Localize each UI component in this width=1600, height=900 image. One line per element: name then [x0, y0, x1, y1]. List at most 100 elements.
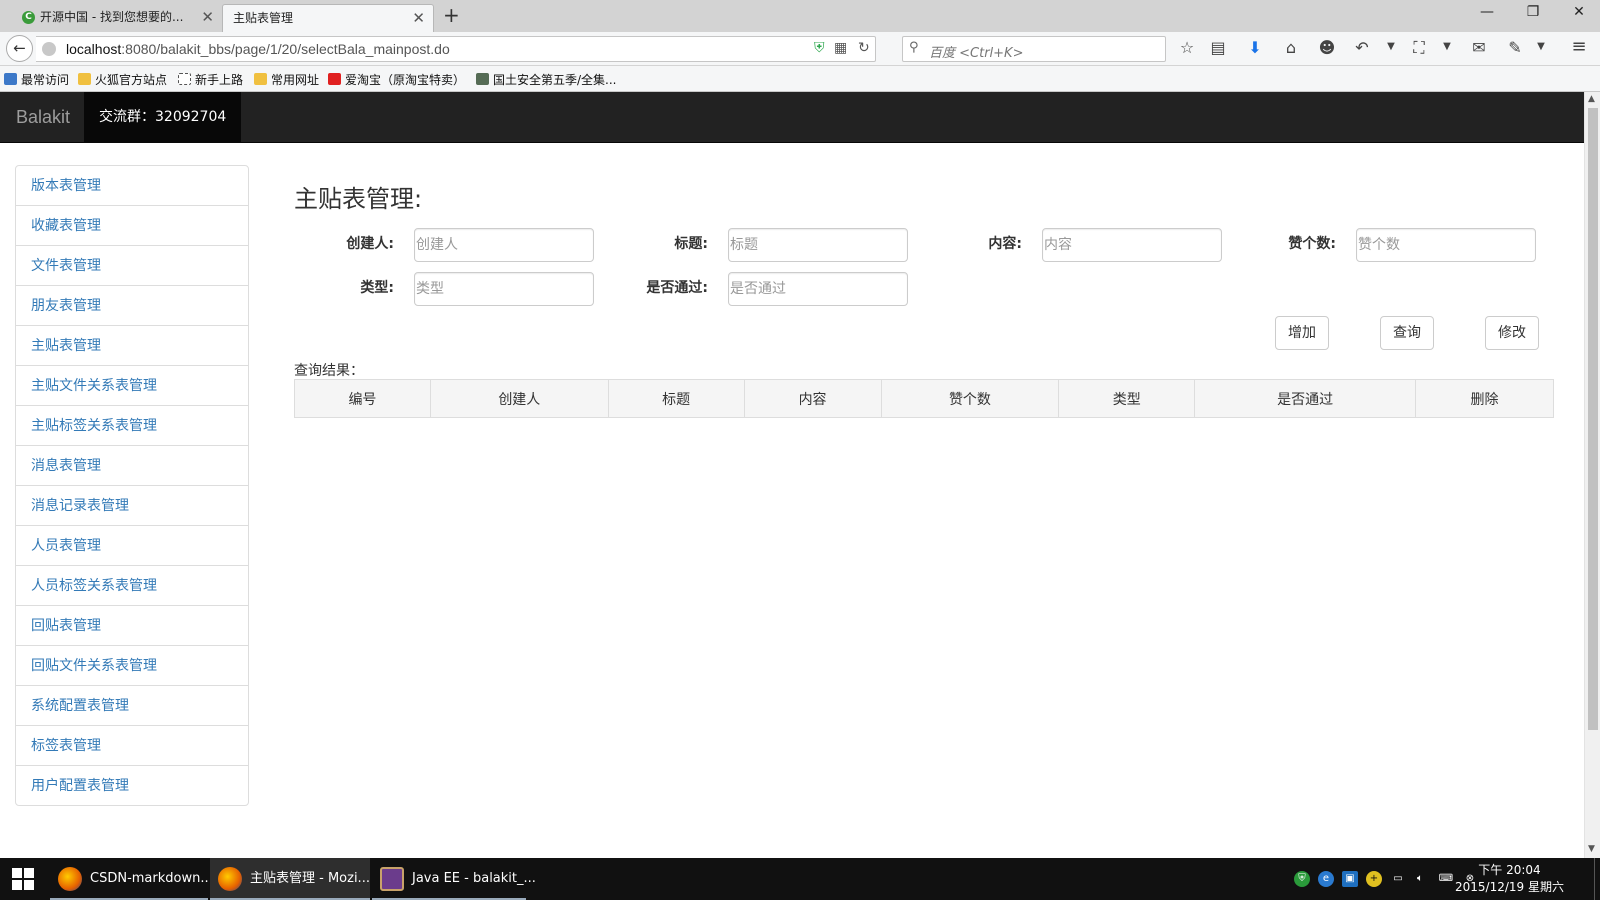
- type-input[interactable]: [414, 272, 594, 306]
- content-input[interactable]: [1042, 228, 1222, 262]
- qq-group-link[interactable]: 交流群：32092704: [84, 92, 242, 142]
- sidebar-item-file[interactable]: 文件表管理: [15, 245, 249, 286]
- bookmark-item[interactable]: 火狐官方站点: [78, 71, 167, 88]
- sidebar-item-person-tag[interactable]: 人员标签关系表管理: [15, 565, 249, 606]
- likes-input[interactable]: [1356, 228, 1536, 262]
- extension-icon[interactable]: ✎: [1504, 38, 1526, 57]
- title-input[interactable]: [728, 228, 908, 262]
- bookmark-item[interactable]: 国土安全第五季/全集...: [476, 71, 617, 88]
- scrollbar-thumb[interactable]: [1588, 108, 1598, 730]
- sidebar-item-system-config[interactable]: 系统配置表管理: [15, 685, 249, 726]
- column-header-type: 类型: [1058, 379, 1196, 418]
- back-arrow-icon[interactable]: ←: [6, 35, 33, 62]
- url-bar[interactable]: localhost:8080/balakit_bbs/page/1/20/sel…: [36, 36, 876, 62]
- sidebar-item-tag[interactable]: 标签表管理: [15, 725, 249, 766]
- home-icon[interactable]: ⌂: [1280, 38, 1302, 57]
- sidebar-item-mainpost[interactable]: 主贴表管理: [15, 325, 249, 366]
- new-tab-icon[interactable]: +: [443, 3, 460, 27]
- scroll-down-icon[interactable]: ▼: [1588, 844, 1595, 854]
- plus-tray-icon[interactable]: +: [1366, 871, 1382, 887]
- page-scrollbar[interactable]: ▲ ▼: [1584, 92, 1600, 858]
- column-header-content: 内容: [743, 379, 882, 418]
- restore-icon[interactable]: ❐: [1518, 4, 1548, 20]
- bookmark-item[interactable]: 新手上路: [178, 71, 243, 88]
- taskbar-item-mainpost[interactable]: 主贴表管理 - Mozi...: [210, 858, 370, 900]
- reload-icon[interactable]: ↻: [858, 40, 870, 56]
- browser-tab-mainpost[interactable]: 主贴表管理 ✕: [222, 4, 434, 32]
- keyboard-icon[interactable]: ⌨: [1438, 871, 1454, 887]
- bookmark-item[interactable]: 常用网址: [254, 71, 319, 88]
- screenshot-dropdown-icon[interactable]: ▼: [1436, 41, 1458, 52]
- sidebar-item-message-record[interactable]: 消息记录表管理: [15, 485, 249, 526]
- qr-code-icon[interactable]: ▦: [834, 40, 847, 56]
- creator-input[interactable]: [414, 228, 594, 262]
- app-tray-icon[interactable]: ▣: [1342, 871, 1358, 887]
- folder-icon: [254, 73, 267, 85]
- bookmark-item[interactable]: 爱淘宝（原淘宝特卖）: [328, 71, 465, 88]
- query-button[interactable]: 查询: [1380, 316, 1434, 350]
- oschina-favicon-icon: C: [22, 11, 35, 24]
- web-page: Balakit 交流群：32092704 版本表管理 收藏表管理 文件表管理 朋…: [0, 92, 1584, 858]
- close-tab-icon[interactable]: ✕: [412, 5, 425, 31]
- window-close-icon[interactable]: ✕: [1564, 4, 1594, 20]
- bookmark-star-icon[interactable]: ☆: [1176, 38, 1198, 57]
- reading-list-icon[interactable]: ▤: [1207, 38, 1229, 57]
- sidebar-item-person[interactable]: 人员表管理: [15, 525, 249, 566]
- comment-icon[interactable]: ✉: [1468, 38, 1490, 57]
- security-shield-icon[interactable]: ⛨: [1294, 871, 1310, 887]
- bookmarks-bar: 最常访问 火狐官方站点 新手上路 常用网址 爱淘宝（原淘宝特卖） 国土安全第五季…: [0, 66, 1600, 92]
- sidebar-item-message[interactable]: 消息表管理: [15, 445, 249, 486]
- url-host: localhost: [66, 41, 122, 57]
- modify-button[interactable]: 修改: [1485, 316, 1539, 350]
- sidebar-item-user-config[interactable]: 用户配置表管理: [15, 765, 249, 806]
- sidebar-item-favorite[interactable]: 收藏表管理: [15, 205, 249, 246]
- browser-toolbar: ← localhost:8080/balakit_bbs/page/1/20/s…: [0, 32, 1600, 66]
- chat-icon[interactable]: ☻: [1316, 38, 1338, 57]
- taskbar-item-eclipse[interactable]: Java EE - balakit_...: [372, 858, 536, 900]
- screenshot-icon[interactable]: ⛶: [1408, 38, 1430, 58]
- top-navbar: Balakit 交流群：32092704: [0, 92, 1584, 143]
- menu-icon[interactable]: ≡: [1568, 36, 1590, 57]
- minimize-icon[interactable]: —: [1472, 4, 1502, 20]
- browser-tab-oschina[interactable]: C 开源中国 - 找到您想要的... ✕: [14, 4, 222, 32]
- approved-label: 是否通过:: [646, 280, 708, 296]
- close-tab-icon[interactable]: ✕: [201, 4, 214, 30]
- add-button[interactable]: 增加: [1275, 316, 1329, 350]
- browser-tab-strip: C 开源中国 - 找到您想要的... ✕ 主贴表管理 ✕ + — ❐ ✕: [0, 0, 1600, 32]
- column-header-delete: 删除: [1415, 379, 1554, 418]
- column-header-approved: 是否通过: [1194, 379, 1417, 418]
- video-icon: [476, 73, 489, 85]
- sidebar-item-version[interactable]: 版本表管理: [15, 165, 249, 206]
- site-info-icon[interactable]: [42, 42, 56, 56]
- windows-start-icon[interactable]: [12, 868, 36, 890]
- volume-icon[interactable]: 🔈︎: [1412, 871, 1428, 887]
- query-result-label: 查询结果：: [294, 363, 364, 379]
- sidebar-item-mainpost-tag[interactable]: 主贴标签关系表管理: [15, 405, 249, 446]
- approved-input[interactable]: [728, 272, 908, 306]
- sidebar-item-reply[interactable]: 回贴表管理: [15, 605, 249, 646]
- brand-link[interactable]: Balakit: [16, 107, 70, 128]
- url-text: localhost:8080/balakit_bbs/page/1/20/sel…: [66, 41, 450, 57]
- download-icon[interactable]: ⬇: [1244, 38, 1266, 57]
- column-header-id: 编号: [294, 379, 431, 418]
- show-desktop-button[interactable]: [1594, 858, 1600, 900]
- sidebar-item-mainpost-file[interactable]: 主贴文件关系表管理: [15, 365, 249, 406]
- system-clock[interactable]: 下午 20:04 2015/12/19 星期六: [1455, 862, 1564, 896]
- sidebar-item-reply-file[interactable]: 回贴文件关系表管理: [15, 645, 249, 686]
- sidebar-item-friend[interactable]: 朋友表管理: [15, 285, 249, 326]
- eclipse-icon: [380, 867, 404, 891]
- shield-icon[interactable]: ⛨: [814, 40, 825, 56]
- network-icon[interactable]: ▭: [1390, 871, 1406, 887]
- undo-dropdown-icon[interactable]: ▼: [1380, 41, 1402, 52]
- table-header-row: 编号 创建人 标题 内容 赞个数 类型 是否通过 删除: [294, 379, 1554, 418]
- taskbar-item-csdn[interactable]: CSDN-markdown...: [50, 858, 213, 900]
- undo-icon[interactable]: ↶: [1351, 38, 1373, 57]
- bookmark-item[interactable]: 最常访问: [4, 71, 69, 88]
- results-table: 编号 创建人 标题 内容 赞个数 类型 是否通过 删除: [294, 379, 1554, 418]
- content-label: 内容:: [988, 236, 1022, 252]
- search-bar[interactable]: ⚲ 百度 <Ctrl+K>: [902, 36, 1166, 62]
- bookmark-icon: [4, 73, 17, 85]
- browser-tray-icon[interactable]: e: [1318, 871, 1334, 887]
- extension-dropdown-icon[interactable]: ▼: [1530, 41, 1552, 52]
- scroll-up-icon[interactable]: ▲: [1588, 94, 1595, 104]
